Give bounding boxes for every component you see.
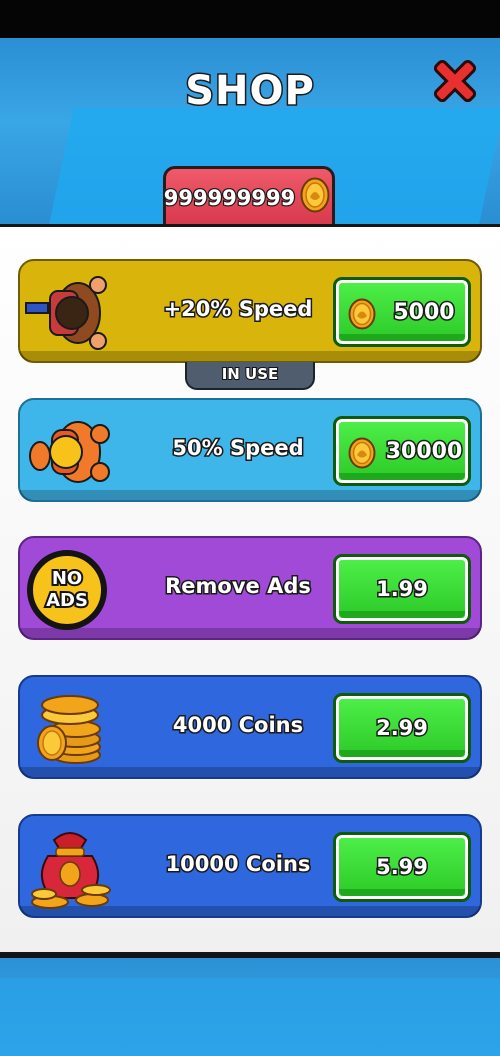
coin-icon bbox=[348, 437, 376, 469]
price-label: 5000 bbox=[392, 299, 456, 327]
close-button[interactable] bbox=[430, 56, 480, 106]
button-shadow bbox=[339, 611, 465, 618]
price-label: 1.99 bbox=[375, 576, 430, 603]
badge-label: IN USE bbox=[221, 364, 280, 384]
status-bar bbox=[0, 0, 500, 38]
buy-button[interactable]: 30000 bbox=[333, 416, 471, 486]
item-label: +20% Speed bbox=[162, 296, 314, 323]
button-shadow bbox=[339, 750, 465, 757]
item-label: Remove Ads bbox=[164, 573, 313, 600]
no-ads-icon: NO ADS bbox=[27, 550, 107, 630]
button-shadow bbox=[339, 473, 465, 480]
in-use-badge: IN USE bbox=[185, 362, 315, 390]
close-x-icon bbox=[433, 59, 477, 103]
price-label: 30000 bbox=[384, 438, 464, 466]
speed-character-icon bbox=[25, 276, 107, 350]
shop-item-remove-ads: NO ADS Remove Ads 1.99 bbox=[18, 536, 482, 640]
balance-value: 999999999 bbox=[162, 185, 296, 212]
background-bottom bbox=[0, 958, 500, 1056]
buy-button[interactable]: 5000 bbox=[333, 277, 471, 347]
item-label: 50% Speed bbox=[171, 435, 305, 462]
coin-balance: 999999999 bbox=[162, 166, 335, 224]
button-shadow bbox=[339, 889, 465, 896]
coin-stack-icon bbox=[37, 695, 101, 764]
coin-bag-icon bbox=[31, 832, 111, 909]
buy-button[interactable]: 5.99 bbox=[333, 832, 471, 902]
coin-icon bbox=[300, 177, 330, 213]
no-ads-icon-text-1: NO bbox=[52, 568, 82, 589]
item-label: 10000 Coins bbox=[164, 851, 312, 878]
background-floor bbox=[0, 978, 500, 1056]
shop-item-speed-50: 50% Speed 30000 bbox=[18, 398, 482, 502]
button-shadow bbox=[339, 334, 465, 341]
shop-item-speed-20: +20% Speed 5000 bbox=[18, 259, 482, 363]
shop-item-10000-coins: 10000 Coins 5.99 bbox=[18, 814, 482, 918]
coin-icon bbox=[348, 298, 376, 330]
buy-button[interactable]: 2.99 bbox=[333, 693, 471, 763]
price-label: 2.99 bbox=[375, 715, 430, 742]
no-ads-icon-text-2: ADS bbox=[46, 590, 88, 611]
item-label: 4000 Coins bbox=[171, 712, 304, 739]
speed-character-orange-icon bbox=[29, 421, 110, 483]
buy-button[interactable]: 1.99 bbox=[333, 554, 471, 624]
shop-item-4000-coins: 4000 Coins 2.99 bbox=[18, 675, 482, 779]
page-title: SHOP bbox=[184, 67, 316, 116]
price-label: 5.99 bbox=[375, 854, 430, 881]
